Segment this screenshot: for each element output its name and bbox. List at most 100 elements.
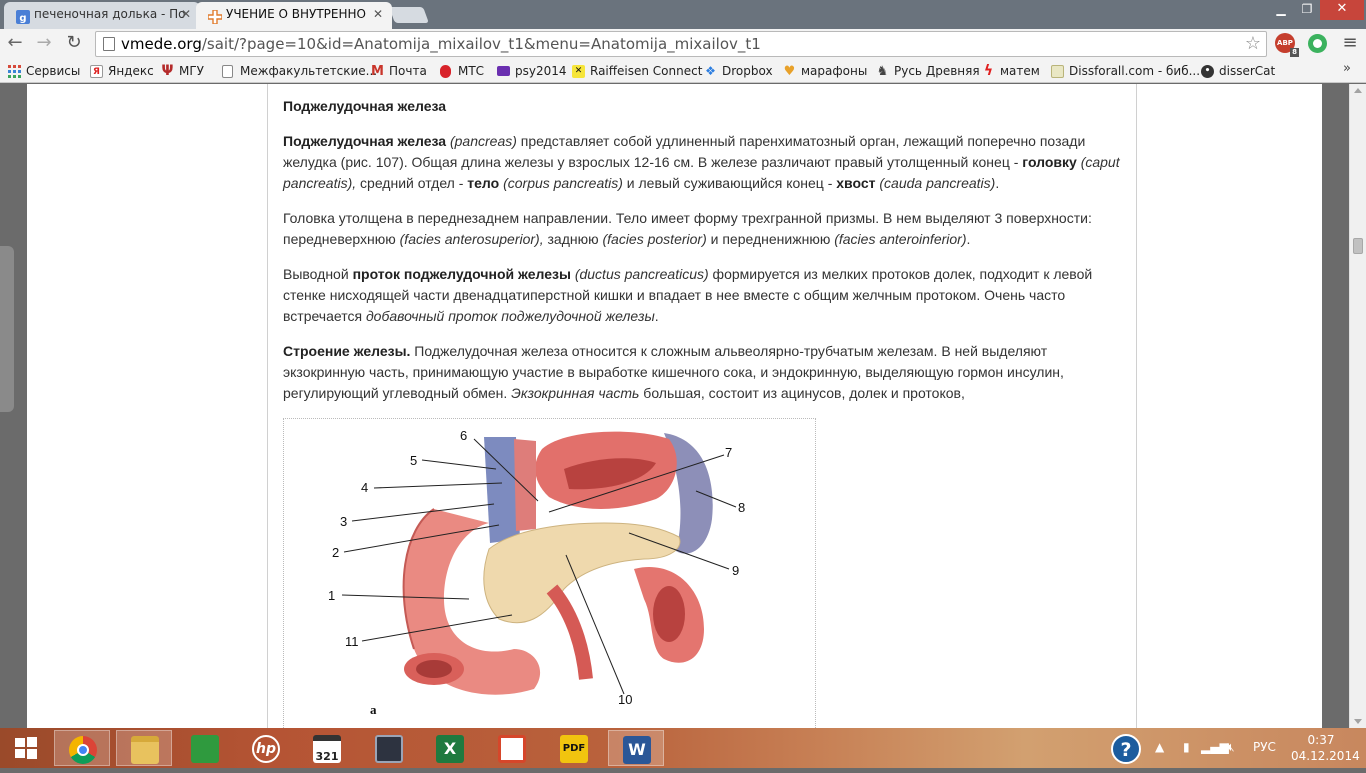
start-pane [15,749,25,758]
taskbar-hp[interactable]: hp [238,730,294,766]
horse-icon: ♞ [876,64,889,79]
calendar-321-icon: 321 [313,735,341,763]
bookmark-yandex[interactable]: Я Яндекс [90,62,154,80]
tab-background[interactable]: g печеночная долька - По ✕ [4,2,200,29]
text-span: . [995,175,1000,191]
taskbar-pdf[interactable]: PDF [546,730,602,766]
term-tail: хвост [836,175,876,191]
more-bookmarks-chevron[interactable]: » [1343,61,1351,76]
bookmark-raiffeisen[interactable]: ✕ Raiffeisen Connect [572,62,702,80]
bookmark-dissercat[interactable]: • disserCat [1201,62,1275,80]
bookmark-services[interactable]: Сервисы [8,62,80,80]
extension-badge: 8 [1290,48,1299,57]
bookmark-label: МТС [458,64,485,78]
bookmark-psy2014[interactable]: psy2014 [497,62,567,80]
bookmark-mts[interactable]: МТС [440,62,484,80]
figure-label-1: 1 [328,588,335,603]
latin-pancreas: (pancreas) [446,133,517,149]
chrome-menu-icon[interactable]: ≡ [1339,33,1361,55]
mesenteric-vessel [546,584,593,680]
clock-date: 04.12.2014 [1291,749,1360,763]
signal-strength-icon[interactable]: ▂▄▆ [1201,740,1229,754]
leader-line-5 [421,459,497,470]
clock[interactable]: 0:37 04.12.2014 [1291,732,1360,764]
taskbar-excel[interactable]: X [422,730,478,766]
taskbar-word[interactable]: W [608,730,664,766]
tab-strip: g печеночная долька - По ✕ УЧЕНИЕ О ВНУТ… [0,0,1366,29]
address-bar[interactable]: vmede.org/sait/?page=10&id=Anatomija_mix… [95,31,1267,57]
slideshow-icon [498,735,526,763]
figure-label-10: 10 [618,692,632,707]
bookmark-mezhfak[interactable]: Межфакультетские... [222,62,377,80]
help-question-icon[interactable]: ? [1111,734,1141,764]
scroll-up-icon[interactable] [1354,88,1362,93]
forward-arrow-icon[interactable]: → [33,33,55,55]
new-tab-button[interactable] [389,7,429,23]
text-span: Выводной [283,266,353,282]
close-tab-icon[interactable]: ✕ [181,2,191,27]
bookmark-dropbox[interactable]: ❖ Dropbox [704,62,772,80]
show-hidden-icons-chevron[interactable]: ▲ [1155,740,1164,754]
paragraph-head: Головка утолщена в переднезаднем направл… [283,208,1128,250]
green-extension-icon[interactable] [1308,34,1327,53]
page-scrollbar[interactable] [1349,84,1366,728]
term-duct: проток поджелудочной железы [352,266,571,282]
figure-caption-letter: а [370,702,377,717]
store-icon [191,735,219,763]
taskbar-calendar[interactable]: 321 [299,730,355,766]
figure-label-5: 5 [410,453,417,468]
side-tab-handle[interactable] [0,246,14,412]
tab-active[interactable]: УЧЕНИЕ О ВНУТРЕННО ✕ [196,2,392,29]
paragraph-duct: Выводной проток поджелудочной железы (du… [283,264,1128,327]
bookmark-marathons[interactable]: ♥ марафоны [783,62,868,80]
text-span: средний отдел - [356,175,468,191]
bookmark-star-icon[interactable]: ☆ [1245,33,1261,55]
windows-start-icon[interactable] [2,728,50,768]
gmail-icon: M [371,64,384,79]
mts-icon [440,65,451,78]
figure-label-3: 3 [340,514,347,529]
figure-label-2: 2 [332,545,339,560]
window-close-icon[interactable]: ✕ [1320,0,1364,20]
close-tab-icon[interactable]: ✕ [373,2,383,27]
scrollbar-thumb[interactable] [1353,238,1363,254]
bookmark-label: Яндекс [108,64,154,78]
bookmark-label: Raiffeisen Connect [590,64,703,78]
adblock-plus-icon[interactable]: ABP 8 [1275,33,1299,57]
bookmark-rus[interactable]: ♞ Русь Древняя [876,62,980,80]
bookmark-msu[interactable]: Ψ МГУ [161,62,204,80]
taskbar-chrome[interactable] [54,730,110,766]
battery-icon[interactable]: ▮ [1183,740,1190,754]
taskbar-slideshow[interactable] [484,730,540,766]
text-span: . [966,231,971,247]
bookmark-matem[interactable]: ϟ матем [982,62,1040,80]
bookmark-label: Межфакультетские... [240,64,378,78]
latin-term: (facies posterior) [602,231,707,247]
input-language[interactable]: РУС [1253,740,1276,754]
back-arrow-icon[interactable]: ← [4,33,26,55]
file-explorer-icon [131,736,159,764]
text-span: и передненижнюю [706,231,835,247]
browser-toolbar: ← → ↻ vmede.org/sait/?page=10&id=Anatomi… [0,29,1366,59]
taskbar-explorer[interactable] [116,730,172,766]
left-gray-margin [0,84,27,728]
bookmark-dissforall[interactable]: Dissforall.com - биб... [1051,62,1200,80]
scroll-down-icon[interactable] [1354,719,1362,724]
latin-tail: (cauda pancreatis) [875,175,996,191]
figure-label-6: 6 [460,428,467,443]
excel-icon: X [436,735,464,763]
maximize-icon[interactable]: ❐ [1294,0,1320,20]
psi-icon: Ψ [161,63,174,79]
taskbar-media[interactable] [361,730,417,766]
minimize-icon[interactable]: ▁ [1268,0,1294,20]
bookmark-label: Dissforall.com - биб... [1069,64,1201,78]
media-icon [375,735,403,763]
term-head: головку [1022,154,1077,170]
figure-label-7: 7 [725,445,732,460]
url-text[interactable]: vmede.org/sait/?page=10&id=Anatomija_mix… [121,33,761,55]
reload-icon[interactable]: ↻ [63,33,85,55]
bookmark-mail[interactable]: M Почта [371,62,427,80]
taskbar-store[interactable] [177,730,233,766]
term-exocrine: Экзокринная часть [511,385,640,401]
volume-muted-icon[interactable]: 🔇︎ [1227,740,1235,755]
